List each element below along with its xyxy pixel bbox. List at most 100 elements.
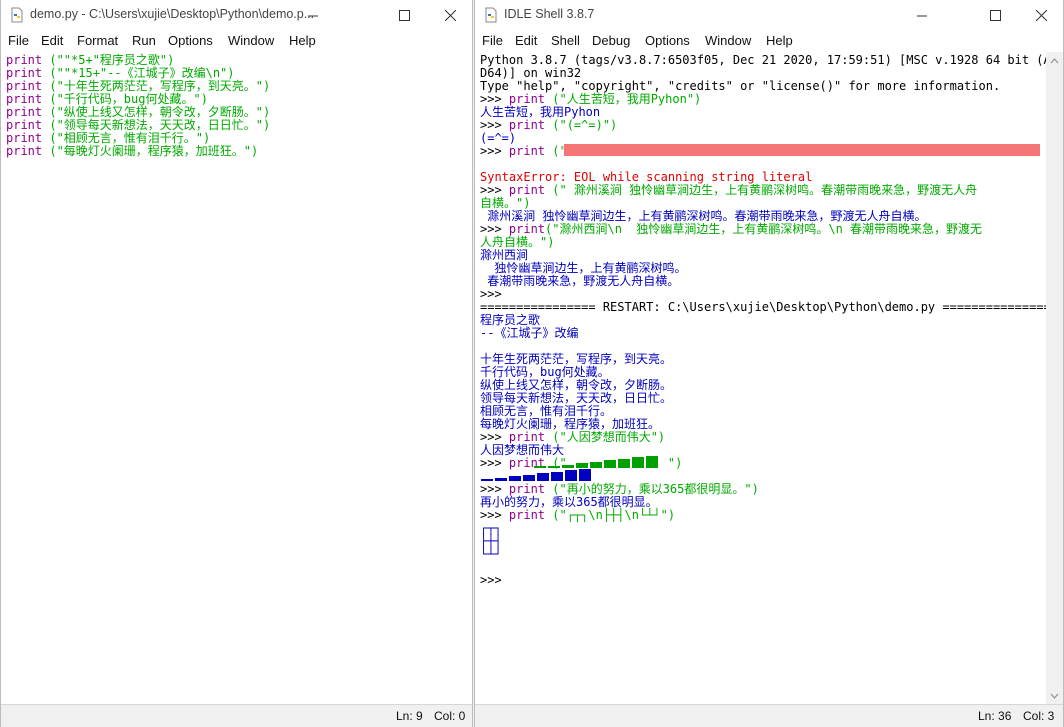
shell-text-segment: >>> — [480, 508, 509, 522]
shell-text-segment: Python 3.8.7 (tags/v3.8.7:6503f05, Dec 2… — [480, 53, 1046, 67]
line-number: Ln: 36 — [978, 709, 1012, 723]
vertical-scrollbar[interactable] — [1046, 52, 1063, 705]
shell-text-segment: >>> — [480, 222, 509, 236]
shell-text-segment: >>> — [480, 92, 509, 106]
green-bar — [534, 466, 546, 468]
blue-bar — [537, 473, 549, 481]
menu-format[interactable]: Format — [77, 33, 118, 48]
shell-text-segment: 每晚灯火阑珊，程序猿，加班狂。 — [480, 417, 661, 431]
maximize-icon — [989, 10, 1001, 21]
shell-text-segment: >>> — [480, 573, 502, 587]
shell-line: --《江城子》改编 — [480, 327, 578, 340]
menu-help[interactable]: Help — [766, 33, 793, 48]
green-bar — [590, 462, 602, 468]
shell-text-segment: >>> — [480, 482, 509, 496]
string-literal: ("每晚灯火阑珊，程序猿，加班狂。") — [42, 144, 259, 158]
editor-window: demo.py - C:\Users\xujie\Desktop\Python\… — [0, 0, 473, 727]
shell-line: ================ RESTART: C:\Users\xujie… — [480, 301, 1046, 314]
menu-run[interactable]: Run — [132, 33, 156, 48]
string-literal: ("领导每天新想法，天天改，日日忙。") — [42, 118, 271, 132]
scroll-up-icon[interactable] — [1046, 54, 1063, 68]
column-number: Col: 0 — [434, 709, 466, 723]
shell-text-segment: ├┼┤ — [480, 534, 502, 548]
menu-edit[interactable]: Edit — [41, 33, 63, 48]
shell-text-segment: print — [508, 222, 546, 236]
close-button[interactable] — [427, 0, 473, 31]
shell-text-segment: >>> — [480, 430, 509, 444]
blue-bar — [509, 476, 521, 481]
string-literal: (""*15+"--《江城子》改编\n") — [42, 66, 235, 80]
shell-text-segment: 人生苦短，我用Pyhon — [480, 105, 601, 119]
shell-text-segment: >>> — [480, 456, 509, 470]
code-line: print ("每晚灯火阑珊，程序猿，加班狂。") — [6, 145, 258, 158]
shell-text-segment: ("(=^=)") — [545, 118, 618, 132]
shell-line: >>> print("滁州西涧\n 独怜幽草涧边生，上有黄鹂深树鸣。\n 春潮带… — [480, 223, 982, 236]
shell-line: >>> — [480, 574, 502, 587]
shell-text-segment: 春潮带雨晚来急，野渡无人舟自横。 — [480, 274, 680, 288]
shell-text-segment: --《江城子》改编 — [480, 326, 579, 340]
green-bar — [632, 457, 644, 468]
menu-edit[interactable]: Edit — [515, 33, 537, 48]
shell-line: 春潮带雨晚来急，野渡无人舟自横。 — [480, 275, 679, 288]
menu-help[interactable]: Help — [289, 33, 316, 48]
blue-bar — [523, 475, 535, 481]
shell-text-segment: print — [508, 508, 546, 522]
error-highlight — [564, 144, 1040, 156]
maximize-button[interactable] — [381, 0, 427, 31]
status-bar: Ln: 9 Col: 0 — [1, 704, 472, 727]
menu-file[interactable]: File — [8, 33, 29, 48]
keyword-print: print — [6, 53, 43, 67]
shell-text-segment: print — [508, 92, 546, 106]
shell-text-segment: ("┌┬┐\n├┼┤\n└┴┘") — [545, 508, 676, 522]
menu-window[interactable]: Window — [705, 33, 751, 48]
blue-bar — [495, 478, 507, 481]
green-bar — [604, 460, 616, 468]
maximize-button[interactable] — [972, 0, 1018, 31]
green-bar — [548, 466, 560, 468]
menu-options[interactable]: Options — [645, 33, 690, 48]
maximize-icon — [398, 10, 410, 21]
menu-options[interactable]: Options — [168, 33, 213, 48]
menu-file[interactable]: File — [482, 33, 503, 48]
shell-text-segment: >>> — [480, 183, 509, 197]
menu-bar: File Edit Shell Debug Options Window Hel… — [475, 31, 1063, 51]
shell-text-segment: ("人因梦想而伟大") — [545, 430, 666, 444]
shell-text-segment: ┌┬┐ — [480, 521, 502, 535]
minimize-button[interactable] — [899, 0, 945, 31]
shell-text-segment: print — [508, 482, 546, 496]
shell-text-segment: print — [508, 144, 546, 158]
title-bar[interactable]: demo.py - C:\Users\xujie\Desktop\Python\… — [1, 0, 472, 31]
close-button[interactable] — [1018, 0, 1064, 31]
menu-window[interactable]: Window — [228, 33, 274, 48]
shell-text-segment: 滁州西涧 — [480, 248, 529, 262]
menu-debug[interactable]: Debug — [592, 33, 630, 48]
code-editor[interactable]: print (""*5+"程序员之歌") print (""*15+"--《江城子… — [1, 52, 472, 705]
close-icon — [1035, 10, 1047, 21]
keyword-print: print — [6, 79, 43, 93]
title-bar[interactable]: IDLE Shell 3.8.7 — [475, 0, 1063, 31]
string-literal: ("千行代码，bug何处藏。") — [42, 92, 208, 106]
shell-line: >>> print (" — [480, 145, 567, 158]
shell-line: >>> print ("┌┬┐\n├┼┤\n└┴┘") — [480, 509, 675, 522]
menu-shell[interactable]: Shell — [551, 33, 580, 48]
shell-text-segment: 千行代码，bug何处藏。 — [480, 365, 610, 379]
green-bar — [646, 456, 658, 468]
green-bar — [562, 465, 574, 468]
menu-bar: File Edit Format Run Options Window Help — [1, 31, 472, 51]
shell-text-segment: print — [508, 430, 546, 444]
python-shell-icon — [485, 7, 497, 23]
shell-text-segment: ================ RESTART: C:\Users\xujie… — [480, 300, 1046, 314]
minimize-button[interactable] — [290, 0, 336, 31]
shell-text-segment: SyntaxError: EOL while scanning string l… — [480, 170, 813, 184]
green-bar — [618, 459, 630, 468]
shell-text-segment: 自横。") — [480, 196, 531, 210]
shell-line: └┴┘ — [480, 548, 502, 561]
shell-text-segment: D64)] on win32 — [480, 66, 582, 80]
shell-text-segment: 人因梦想而伟大 — [480, 443, 565, 457]
blue-bar — [565, 470, 577, 481]
scroll-down-icon[interactable] — [1046, 689, 1063, 703]
blue-bar — [579, 469, 591, 481]
green-bar — [576, 463, 588, 468]
shell-text-segment: ("滁州西涧\n 独怜幽草涧边生，上有黄鹂深树鸣。\n 春潮带雨晚来急，野渡无 — [545, 222, 983, 236]
minimize-icon — [917, 15, 927, 16]
